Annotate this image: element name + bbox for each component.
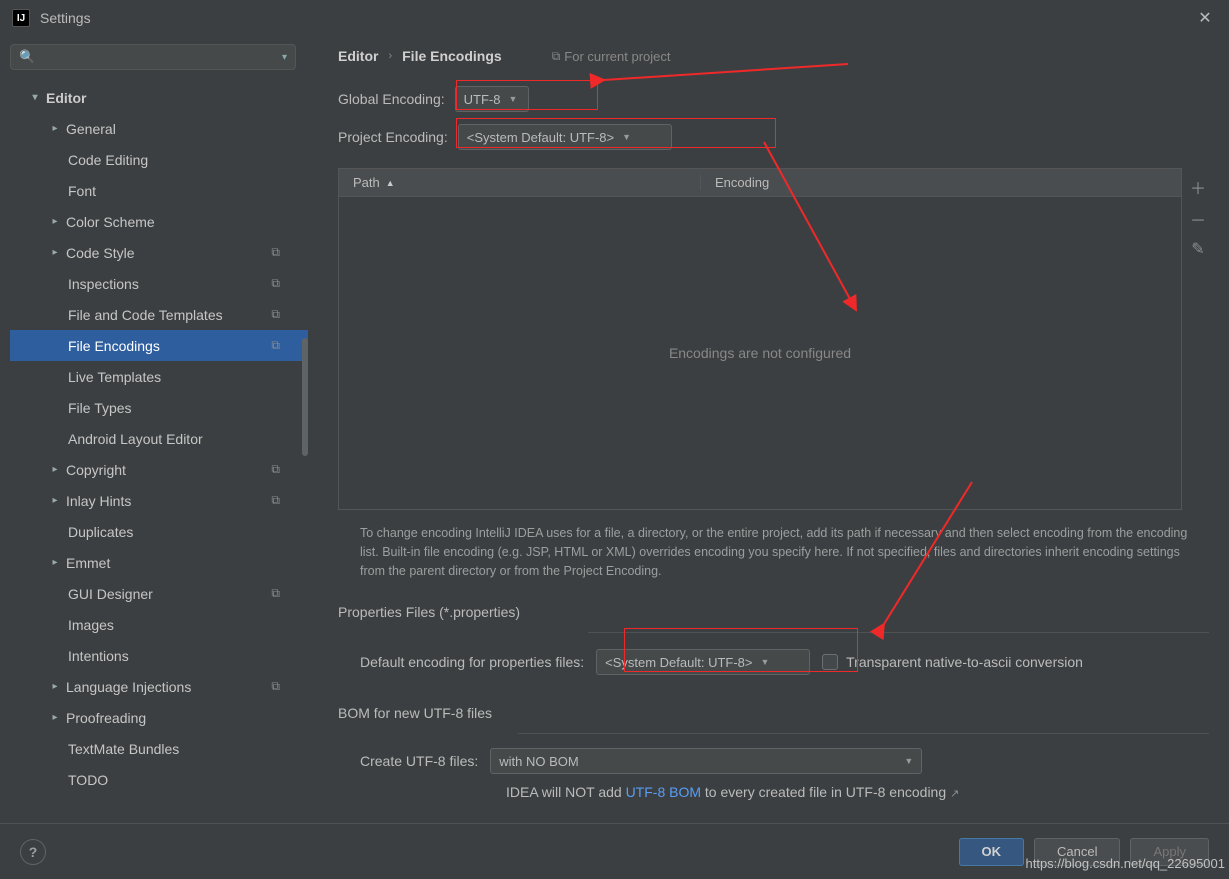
chevron-down-icon: ▼ (622, 132, 631, 142)
tree-item-copyright[interactable]: ▸Copyright⧉ (10, 454, 308, 485)
global-encoding-select[interactable]: UTF-8 ▼ (455, 86, 529, 112)
copy-icon: ⧉ (271, 245, 280, 260)
expand-icon: ▸ (48, 557, 62, 568)
chevron-right-icon: › (388, 50, 392, 62)
help-text: To change encoding IntelliJ IDEA uses fo… (338, 524, 1188, 580)
copy-icon: ⧉ (552, 49, 561, 64)
copy-icon: ⧉ (271, 493, 280, 508)
project-encoding-label: Project Encoding: (338, 129, 448, 145)
tree-item-code-editing[interactable]: Code Editing (10, 144, 308, 175)
tree-item-duplicates[interactable]: Duplicates (10, 516, 308, 547)
window-title: Settings (40, 10, 1193, 26)
copy-icon: ⧉ (271, 679, 280, 694)
breadcrumb: Editor › File Encodings ⧉ For current pr… (338, 48, 1209, 64)
tree-item-emmet[interactable]: ▸Emmet (10, 547, 308, 578)
collapse-icon: ▾ (28, 92, 42, 103)
divider (518, 733, 1209, 734)
column-encoding[interactable]: Encoding (701, 175, 1181, 190)
expand-icon: ▸ (48, 123, 62, 134)
copy-icon: ⧉ (271, 307, 280, 322)
chevron-down-icon: ▼ (904, 756, 913, 766)
props-encoding-select[interactable]: <System Default: UTF-8> ▼ (596, 649, 810, 675)
tree-item-file-types[interactable]: File Types (10, 392, 308, 423)
chevron-down-icon: ▼ (761, 657, 770, 667)
bom-info: IDEA will NOT add UTF-8 BOM to every cre… (338, 784, 1209, 800)
divider (588, 632, 1209, 633)
bom-section: BOM for new UTF-8 files (338, 705, 1209, 725)
content-panel: Editor › File Encodings ⧉ For current pr… (318, 36, 1229, 823)
properties-section: Properties Files (*.properties) (338, 604, 1209, 624)
add-button[interactable]: ＋ (1190, 175, 1206, 199)
native-ascii-checkbox[interactable]: Transparent native-to-ascii conversion (822, 654, 1083, 670)
tree-item-gui-designer[interactable]: GUI Designer⧉ (10, 578, 308, 609)
tree-item-color-scheme[interactable]: ▸Color Scheme (10, 206, 308, 237)
tree-item-inlay-hints[interactable]: ▸Inlay Hints⧉ (10, 485, 308, 516)
tree-item-todo[interactable]: TODO (10, 764, 308, 795)
search-field[interactable] (41, 50, 282, 65)
titlebar: Settings ✕ (0, 0, 1229, 36)
close-button[interactable]: ✕ (1193, 8, 1217, 28)
copy-icon: ⧉ (271, 338, 280, 353)
tree-item-intentions[interactable]: Intentions (10, 640, 308, 671)
checkbox-icon (822, 654, 838, 670)
column-path[interactable]: Path ▲ (339, 175, 701, 190)
settings-tree: ▾ Editor ▸GeneralCode EditingFont▸Color … (10, 82, 308, 795)
tree-item-file-and-code-templates[interactable]: File and Code Templates⧉ (10, 299, 308, 330)
table-empty: Encodings are not configured (339, 197, 1181, 509)
sort-asc-icon: ▲ (386, 178, 395, 188)
expand-icon: ▸ (48, 464, 62, 475)
copy-icon: ⧉ (271, 586, 280, 601)
props-encoding-label: Default encoding for properties files: (360, 654, 584, 670)
tree-item-proofreading[interactable]: ▸Proofreading (10, 702, 308, 733)
app-icon (12, 9, 30, 27)
tree-item-code-style[interactable]: ▸Code Style⧉ (10, 237, 308, 268)
bom-select[interactable]: with NO BOM ▼ (490, 748, 922, 774)
tree-item-font[interactable]: Font (10, 175, 308, 206)
tree-item-android-layout-editor[interactable]: Android Layout Editor (10, 423, 308, 454)
expand-icon: ▸ (48, 712, 62, 723)
scope-label: ⧉ For current project (552, 49, 671, 64)
expand-icon: ▸ (48, 216, 62, 227)
expand-icon: ▸ (48, 247, 62, 258)
edit-button[interactable]: ✎ (1191, 239, 1204, 259)
remove-button[interactable]: － (1190, 207, 1206, 231)
watermark: https://blog.csdn.net/qq_22695001 (1026, 856, 1226, 871)
external-link-icon: ↗ (950, 788, 959, 800)
search-input[interactable]: 🔍 ▾ (10, 44, 296, 70)
search-history-icon[interactable]: ▾ (282, 52, 287, 63)
tree-item-inspections[interactable]: Inspections⧉ (10, 268, 308, 299)
help-button[interactable]: ? (20, 839, 46, 865)
tree-item-language-injections[interactable]: ▸Language Injections⧉ (10, 671, 308, 702)
tree-item-textmate-bundles[interactable]: TextMate Bundles (10, 733, 308, 764)
search-icon: 🔍 (19, 49, 35, 65)
sidebar-scrollbar[interactable] (302, 338, 308, 456)
tree-item-general[interactable]: ▸General (10, 113, 308, 144)
expand-icon: ▸ (48, 495, 62, 506)
breadcrumb-root[interactable]: Editor (338, 48, 378, 64)
tree-item-images[interactable]: Images (10, 609, 308, 640)
tree-editor[interactable]: ▾ Editor (10, 82, 308, 113)
encoding-table: Path ▲ Encoding ＋ － ✎ Encodings are not … (338, 168, 1182, 510)
tree-item-file-encodings[interactable]: File Encodings⧉ (10, 330, 308, 361)
breadcrumb-leaf: File Encodings (402, 48, 502, 64)
copy-icon: ⧉ (271, 276, 280, 291)
project-encoding-select[interactable]: <System Default: UTF-8> ▼ (458, 124, 672, 150)
sidebar: 🔍 ▾ ▾ Editor ▸GeneralCode EditingFont▸Co… (0, 36, 318, 823)
bom-label: Create UTF-8 files: (360, 753, 478, 769)
global-encoding-label: Global Encoding: (338, 91, 445, 107)
bom-link[interactable]: UTF-8 BOM (626, 784, 701, 800)
ok-button[interactable]: OK (959, 838, 1025, 866)
chevron-down-icon: ▼ (508, 94, 517, 104)
copy-icon: ⧉ (271, 462, 280, 477)
tree-item-live-templates[interactable]: Live Templates (10, 361, 308, 392)
expand-icon: ▸ (48, 681, 62, 692)
